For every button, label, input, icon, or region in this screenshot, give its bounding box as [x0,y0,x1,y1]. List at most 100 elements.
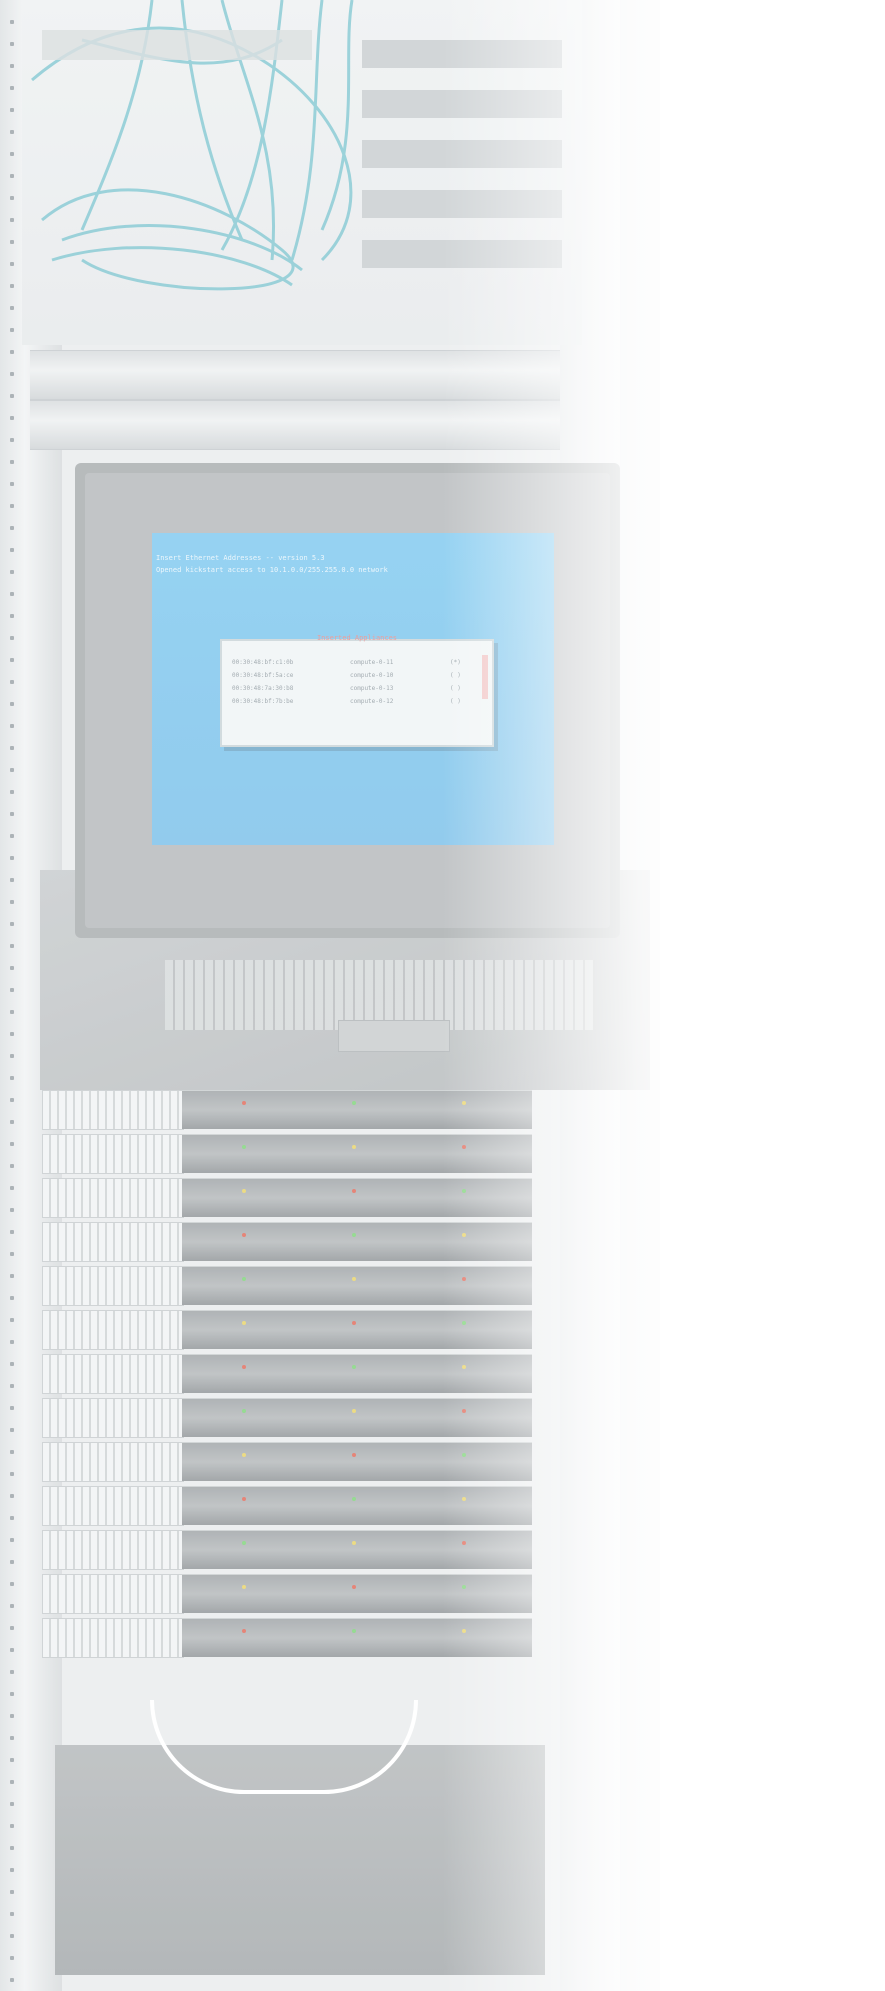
status-led [242,1321,246,1325]
rail-hole [10,966,14,970]
rail-hole [10,1186,14,1190]
rail-hole [10,240,14,244]
server-chassis [182,1398,532,1437]
rail-hole [10,1758,14,1762]
rail-hole [10,1384,14,1388]
rail-hole [10,460,14,464]
dialog-title: Inserted Appliances [316,634,398,642]
rail-hole [10,1648,14,1652]
rail-hole [10,1956,14,1960]
server-drive-bays [42,1134,184,1174]
status-led [462,1321,466,1325]
rail-hole [10,1846,14,1850]
rail-hole [10,1340,14,1344]
rail-hole [10,790,14,794]
rail-hole [10,438,14,442]
server-unit [42,1442,532,1482]
rail-hole [10,1428,14,1432]
rail-hole [10,482,14,486]
rail-hole [10,1142,14,1146]
monitor-screen: Insert Ethernet Addresses -- version 5.3… [152,533,554,845]
rail-hole [10,614,14,618]
server-unit [42,1222,532,1262]
rail-hole [10,1054,14,1058]
status-led [242,1277,246,1281]
rail-hole [10,1010,14,1014]
status-led [352,1585,356,1589]
status-led [352,1409,356,1413]
rail-hole [10,1890,14,1894]
status-led [352,1541,356,1545]
rail-hole [10,1538,14,1542]
server-chassis [182,1134,532,1173]
rail-hole [10,1098,14,1102]
rail-hole [10,592,14,596]
rail-hole [10,416,14,420]
status-led [462,1145,466,1149]
server-drive-bays [42,1574,184,1614]
server-drive-bays [42,1090,184,1130]
appliance-row: 00:30:48:bf:c1:0b compute-0-11 (*) [232,659,461,666]
status-led [462,1497,466,1501]
server-unit [42,1398,532,1438]
status-led [242,1189,246,1193]
server-drive-bays [42,1486,184,1526]
status-led [352,1321,356,1325]
status-led [242,1145,246,1149]
rail-hole [10,1120,14,1124]
rail-hole [10,1934,14,1938]
rail-hole [10,746,14,750]
rail-hole [10,548,14,552]
rail-hole [10,1868,14,1872]
rail-hole [10,20,14,24]
rail-hole [10,812,14,816]
server-chassis [182,1354,532,1393]
cable-area [22,0,582,345]
status-led [462,1277,466,1281]
status-led [462,1409,466,1413]
status-led [462,1101,466,1105]
rail-hole [10,1208,14,1212]
status-led [352,1101,356,1105]
rail-hole [10,328,14,332]
rail-hole [10,1912,14,1916]
rail-hole [10,86,14,90]
rail-hole [10,1164,14,1168]
rail-hole [10,306,14,310]
server-chassis [182,1574,532,1613]
status-led [242,1585,246,1589]
rail-hole [10,856,14,860]
rail-hole [10,1604,14,1608]
rail-hole [10,1230,14,1234]
status-led [352,1145,356,1149]
server-chassis [182,1266,532,1305]
rail-hole [10,174,14,178]
rail-hole [10,1560,14,1564]
status-led [242,1541,246,1545]
rail-hole [10,218,14,222]
rail-hole [10,944,14,948]
rail-hole [10,372,14,376]
rail-hole [10,1692,14,1696]
server-chassis [182,1222,532,1261]
network-cables-graphic [31,0,562,291]
status-led [352,1189,356,1193]
rail-hole [10,988,14,992]
rail-hole [10,152,14,156]
rail-hole [10,1516,14,1520]
rail-hole [10,1076,14,1080]
server-drive-bays [42,1178,184,1218]
server-rack-photo: Insert Ethernet Addresses -- version 5.3… [0,0,885,1991]
rail-hole [10,284,14,288]
rail-hole [10,1406,14,1410]
rail-hole [10,878,14,882]
inserted-appliances-dialog: Inserted Appliances 00:30:48:bf:c1:0b com… [220,634,494,747]
rail-hole [10,1780,14,1784]
rail-hole [10,1032,14,1036]
appliance-row: 00:30:48:7a:30:b8 compute-0-13( ) [232,685,461,692]
server-drive-bays [42,1530,184,1570]
server-drive-bays [42,1442,184,1482]
status-led [242,1409,246,1413]
rail-hole [10,526,14,530]
server-unit-top-1 [30,350,560,400]
